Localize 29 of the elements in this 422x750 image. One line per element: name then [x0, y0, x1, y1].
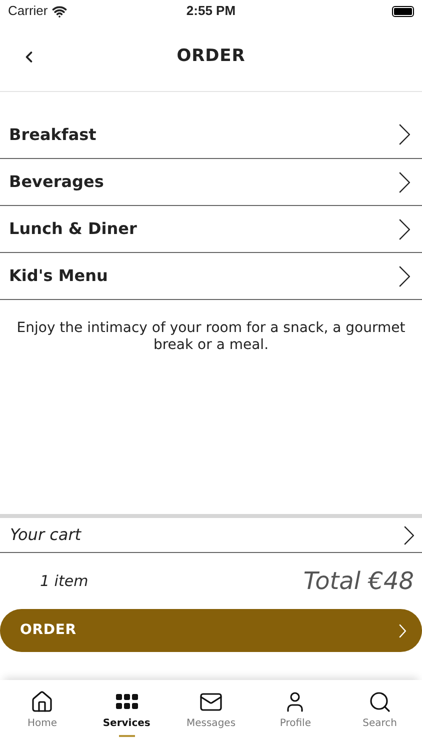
- home-icon: [30, 690, 54, 714]
- chevron-right-icon: [399, 624, 406, 638]
- cart-row[interactable]: Your cart: [0, 518, 422, 553]
- item-count: 1 item: [40, 570, 88, 592]
- tab-bar-item[interactable]: Home: [0, 690, 84, 750]
- wifi-icon: [52, 4, 67, 18]
- tab-bar-item[interactable]: Profile: [253, 690, 338, 750]
- page-title: ORDER: [176, 44, 246, 68]
- chevron-right-icon: [399, 218, 410, 240]
- category-row[interactable]: Breakfast: [0, 111, 422, 158]
- battery-icon: [392, 6, 414, 16]
- chevron-right-icon: [399, 124, 410, 145]
- category-row[interactable]: Beverages: [0, 158, 422, 205]
- grid-icon: [116, 694, 138, 710]
- tab-bar-item[interactable]: Services: [84, 690, 169, 750]
- chevron-right-icon: [399, 266, 410, 286]
- chevron-right-icon: [399, 172, 410, 192]
- category-row[interactable]: Lunch & Diner: [0, 205, 422, 252]
- mail-icon: [199, 690, 224, 714]
- search-icon: [368, 690, 392, 714]
- order-button[interactable]: ORDER: [0, 609, 422, 652]
- tab-bar-item[interactable]: Messages: [168, 690, 254, 750]
- cart-total: Total €48: [303, 566, 414, 597]
- chevron-right-icon: [404, 526, 414, 544]
- tab-bar-item[interactable]: Search: [338, 690, 422, 750]
- description-text: Enjoy the intimacy of your room for a snack, a gourmet break or a meal.: [16, 320, 406, 354]
- status-time: 2:55 PM: [186, 2, 236, 20]
- carrier-label: Carrier: [8, 2, 48, 20]
- category-row[interactable]: Kid's Menu: [0, 252, 422, 299]
